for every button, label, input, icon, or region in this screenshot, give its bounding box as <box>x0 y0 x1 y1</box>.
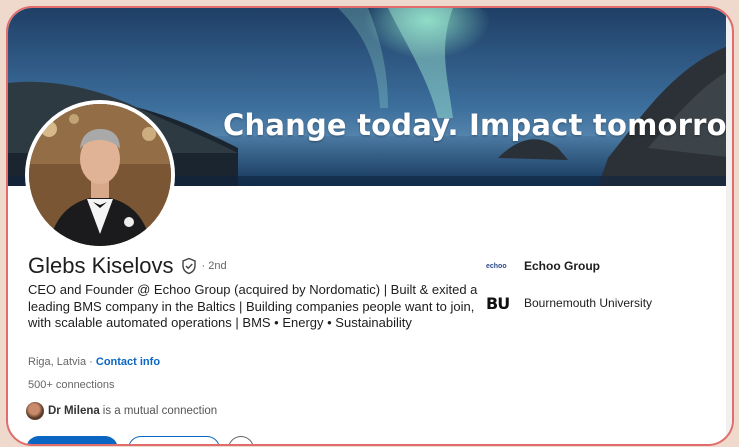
mutual-avatar <box>26 402 44 420</box>
scrollbar[interactable] <box>726 8 732 444</box>
mutual-connection-name: Dr Milena <box>48 405 100 417</box>
mutual-connection-text: is a mutual connection <box>102 405 218 417</box>
secondary-action-button[interactable] <box>128 436 220 444</box>
organization-item[interactable]: echoo Echoo Group <box>486 255 652 277</box>
banner-tagline: Change today. Impact tomorrow. <box>223 108 732 142</box>
profile-photo-image <box>29 104 171 246</box>
organization-name: Bournemouth University <box>524 296 653 310</box>
connections-count[interactable]: 500+ connections <box>28 379 115 391</box>
profile-location: Riga, Latvia <box>28 356 87 368</box>
organization-name: Echoo Group <box>524 259 600 273</box>
echoo-logo: echoo <box>486 262 507 270</box>
location-row: Riga, Latvia · Contact info <box>28 356 160 368</box>
connection-degree: · 2nd <box>201 260 227 272</box>
mutual-connection[interactable]: Dr Milena is a mutual connection <box>26 402 217 420</box>
organizations-list: echoo Echoo Group BU Bournemouth Univers… <box>486 255 652 329</box>
more-icon[interactable] <box>228 436 254 444</box>
profile-photo[interactable] <box>25 100 175 250</box>
name-row: Glebs Kiselovs · 2nd <box>28 253 227 279</box>
profile-headline: CEO and Founder @ Echoo Group (acquired … <box>28 282 478 330</box>
location-separator: · <box>86 356 96 368</box>
verified-shield-icon[interactable] <box>180 257 198 275</box>
profile-actions <box>26 436 254 444</box>
profile-name: Glebs Kiselovs <box>28 253 174 278</box>
profile-card: Change today. Impact tomorrow. Glebs Kis… <box>6 6 734 446</box>
contact-info-link[interactable]: Contact info <box>96 356 160 368</box>
primary-action-button[interactable] <box>26 436 118 444</box>
bu-logo: BU <box>486 293 510 313</box>
organization-item[interactable]: BU Bournemouth University <box>486 292 652 314</box>
